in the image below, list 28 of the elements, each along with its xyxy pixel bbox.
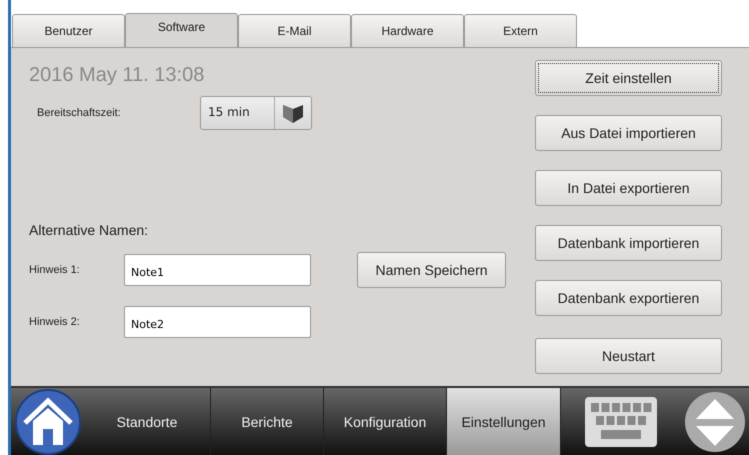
nav-tab[interactable]: Konfiguration bbox=[324, 388, 447, 455]
tab[interactable]: Extern bbox=[464, 14, 577, 47]
dropdown-icon bbox=[282, 102, 304, 124]
tab[interactable]: Hardware bbox=[351, 14, 464, 47]
scroll-arrows-icon[interactable] bbox=[684, 390, 746, 452]
nav-tab[interactable]: Einstellungen bbox=[447, 388, 561, 455]
tab[interactable]: Benutzer bbox=[12, 14, 125, 47]
tab[interactable]: E-Mail bbox=[238, 14, 351, 47]
section-heading: Alternative Namen: bbox=[29, 222, 150, 238]
save-names-button[interactable]: Namen Speichern bbox=[357, 252, 506, 288]
action-button[interactable]: Zeit einstellen bbox=[535, 60, 722, 96]
home-icon[interactable] bbox=[12, 388, 82, 454]
field-label: Hinweis 2: bbox=[29, 316, 81, 328]
date-time: 2016 May 11. 13:08 bbox=[29, 64, 206, 87]
action-button[interactable]: In Datei exportieren bbox=[535, 170, 722, 206]
field-label: Hinweis 1: bbox=[29, 264, 81, 276]
action-button[interactable]: Aus Datei importieren bbox=[535, 115, 722, 151]
nav-tab[interactable]: Berichte bbox=[211, 388, 324, 455]
standby-label: Bereitschaftszeit: bbox=[37, 107, 122, 119]
action-button[interactable]: Neustart bbox=[535, 338, 722, 374]
note-field[interactable]: Note1 bbox=[124, 254, 311, 286]
keyboard-icon[interactable] bbox=[584, 396, 656, 446]
action-button[interactable]: Datenbank exportieren bbox=[535, 280, 722, 316]
action-button[interactable]: Datenbank importieren bbox=[535, 225, 722, 261]
nav-tab[interactable]: Standorte bbox=[84, 388, 211, 455]
tab[interactable]: Software bbox=[125, 13, 238, 48]
standby-dropdown[interactable]: 15 min bbox=[200, 96, 312, 130]
note-field[interactable]: Note2 bbox=[124, 306, 311, 338]
